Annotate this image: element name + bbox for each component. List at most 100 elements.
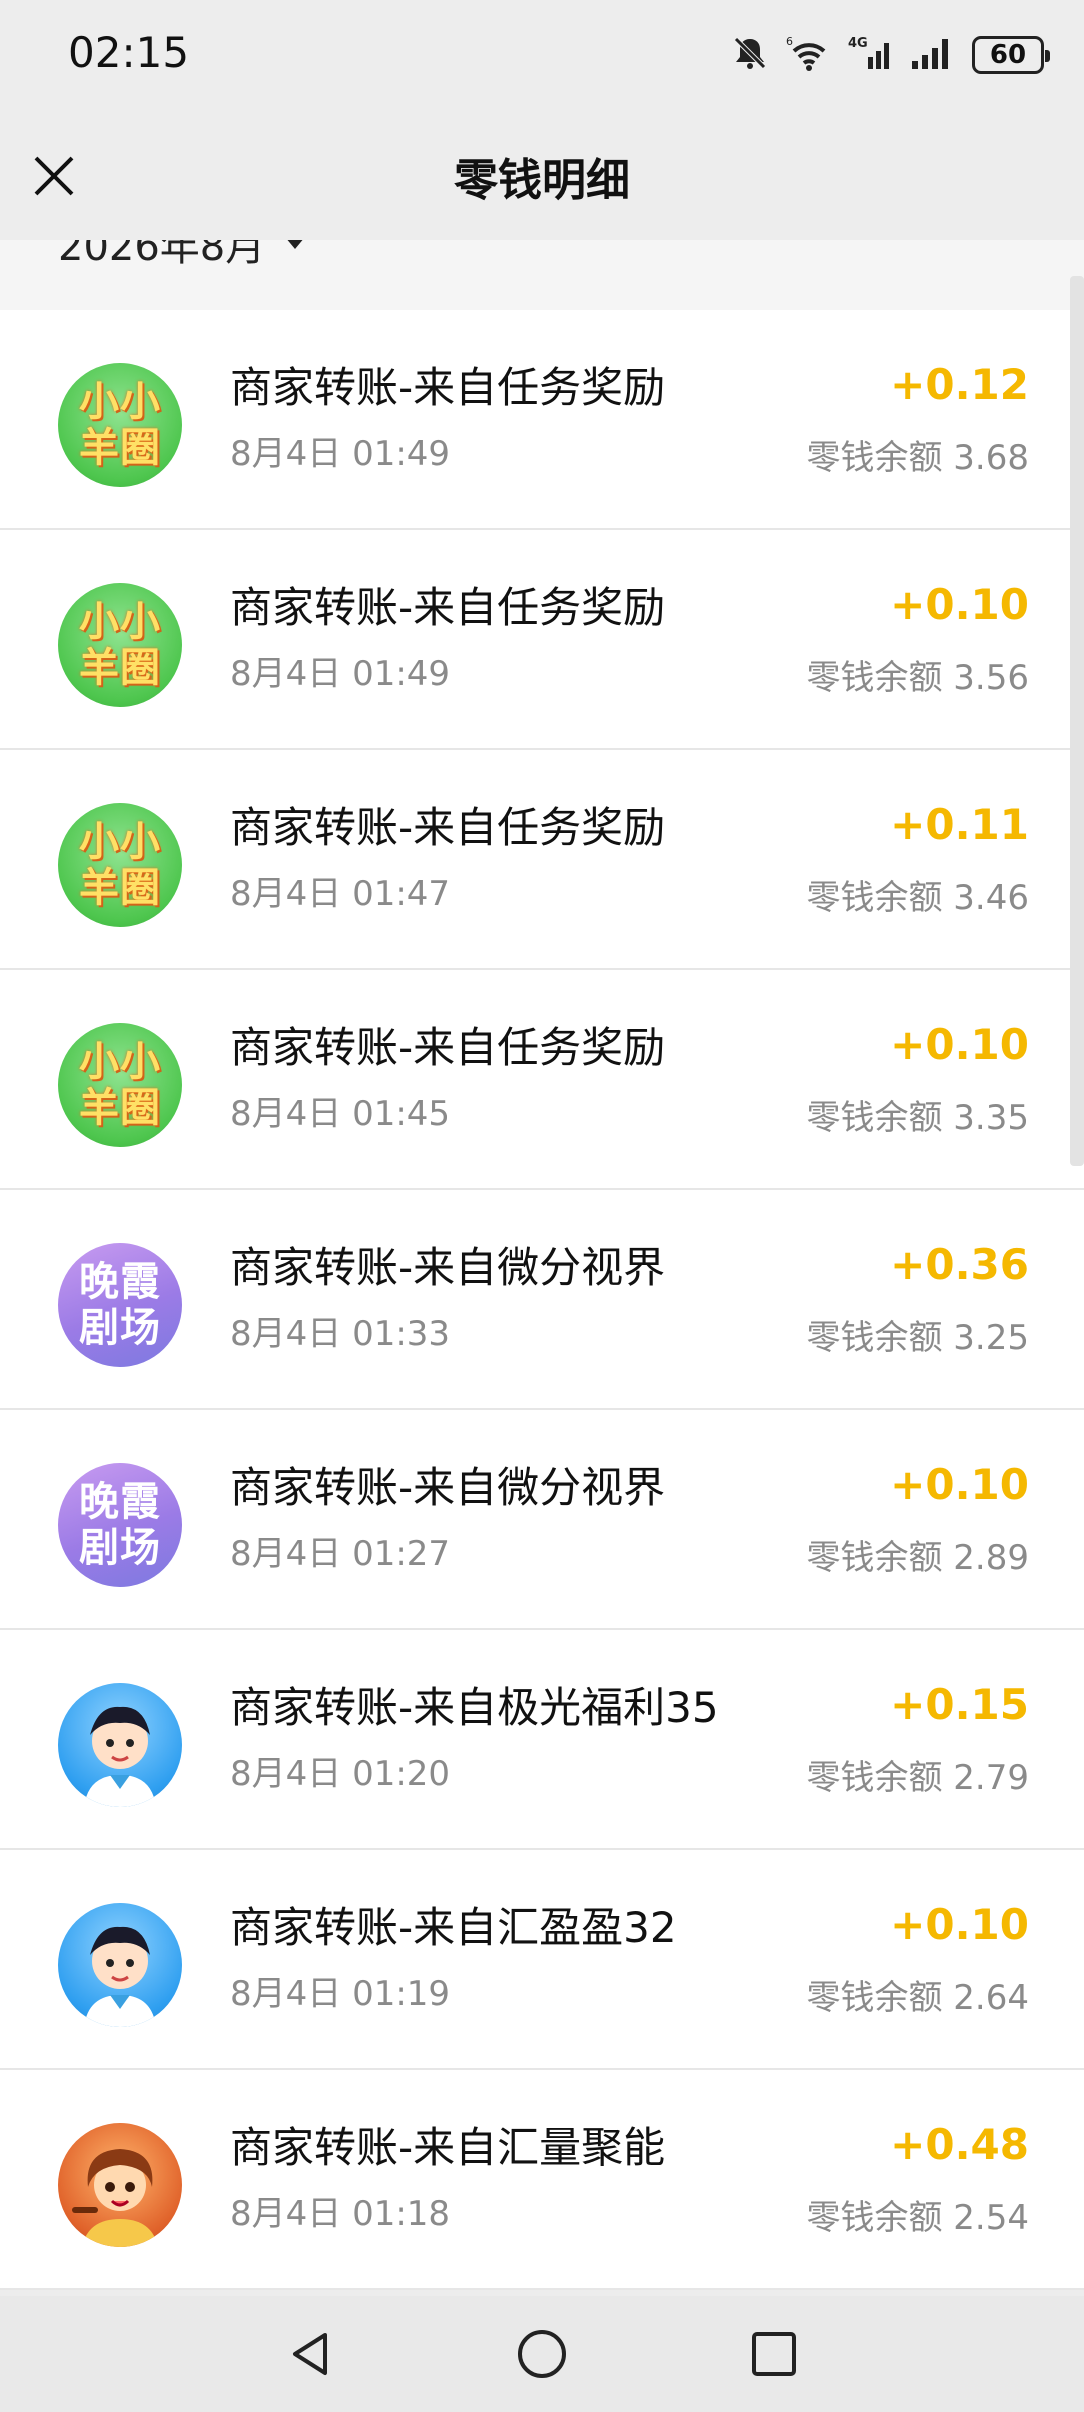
balance-after: 零钱余额 2.89 — [806, 1538, 1029, 1578]
transaction-row[interactable]: 晚霞 剧场 商家转账-来自微分视界 8月4日 01:33 +0.36 零钱余额 3.25 — [0, 1190, 1084, 1410]
avatar-logo-text: 小小 羊圈 — [79, 599, 161, 691]
transaction-amount: +0.11 — [890, 800, 1029, 849]
avatar-logo-line: 羊圈 — [79, 645, 161, 691]
merchant-avatar: 小小 羊圈 — [58, 1023, 182, 1147]
transaction-amount: +0.12 — [890, 360, 1029, 409]
balance-after: 零钱余额 2.54 — [806, 2198, 1029, 2238]
balance-after: 零钱余额 2.64 — [806, 1978, 1029, 2018]
status-icons: 6 4G 60 — [730, 30, 1050, 80]
transaction-row[interactable]: 商家转账-来自极光福利35 8月4日 01:20 +0.15 零钱余额 2.79 — [0, 1630, 1084, 1850]
transaction-title: 商家转账-来自微分视界 — [230, 1243, 666, 1292]
avatar-logo-text: 小小 羊圈 — [79, 819, 161, 911]
avatar-logo-line: 小小 — [79, 599, 161, 645]
top-nav-bar: 零钱明细 — [0, 120, 1084, 240]
transaction-amount: +0.10 — [890, 1460, 1029, 1509]
avatar-logo-line: 小小 — [79, 379, 161, 425]
avatar-logo-line: 晚霞 — [79, 1259, 161, 1305]
merchant-avatar: 晚霞 剧场 — [58, 1463, 182, 1587]
merchant-avatar — [58, 2123, 182, 2247]
merchant-avatar — [58, 1683, 182, 1807]
transaction-amount: +0.36 — [890, 1240, 1029, 1289]
system-nav-bar — [0, 2296, 1084, 2412]
merchant-avatar: 小小 羊圈 — [58, 363, 182, 487]
transaction-date: 8月4日 01:49 — [230, 654, 451, 694]
transaction-date: 8月4日 01:45 — [230, 1094, 451, 1134]
scrollbar[interactable] — [1070, 276, 1084, 1166]
month-selector[interactable]: 2026年8月 — [58, 240, 307, 272]
svg-text:4G: 4G — [848, 36, 868, 51]
caret-down-icon — [287, 240, 303, 249]
merchant-avatar: 晚霞 剧场 — [58, 1243, 182, 1367]
avatar-logo-text: 晚霞 剧场 — [79, 1259, 161, 1351]
balance-after: 零钱余额 3.46 — [806, 878, 1029, 918]
transaction-row[interactable]: 小小 羊圈 商家转账-来自任务奖励 8月4日 01:49 +0.10 零钱余额 3.56 — [0, 530, 1084, 750]
month-label: 2026年8月 — [58, 240, 266, 270]
signal-icon — [910, 33, 956, 77]
transaction-row[interactable]: 商家转账-来自汇盈盈32 8月4日 01:19 +0.10 零钱余额 2.64 — [0, 1850, 1084, 2070]
recents-square-icon — [752, 2332, 796, 2376]
avatar-logo-line: 剧场 — [79, 1305, 161, 1351]
status-time: 02:15 — [68, 28, 190, 77]
avatar-logo-line: 小小 — [79, 819, 161, 865]
avatar-logo-line: 小小 — [79, 1039, 161, 1085]
avatar-logo-text: 小小 羊圈 — [79, 379, 161, 471]
transaction-row[interactable]: 小小 羊圈 商家转账-来自任务奖励 8月4日 01:45 +0.10 零钱余额 3.35 — [0, 970, 1084, 1190]
balance-after: 零钱余额 3.25 — [806, 1318, 1029, 1358]
transaction-amount: +0.10 — [890, 1900, 1029, 1949]
character-illustration — [84, 1926, 156, 2027]
transaction-title: 商家转账-来自汇盈盈32 — [230, 1903, 677, 1952]
transaction-date: 8月4日 01:47 — [230, 874, 451, 914]
character-illustration — [84, 1706, 156, 1807]
transaction-amount: +0.10 — [890, 1020, 1029, 1069]
back-triangle-icon — [293, 2333, 327, 2375]
avatar-logo-line: 晚霞 — [79, 1479, 161, 1525]
avatar-logo-text: 晚霞 剧场 — [79, 1479, 161, 1571]
character-illustration — [72, 2149, 158, 2247]
home-button[interactable] — [512, 2324, 572, 2384]
battery-icon: 60 — [972, 36, 1050, 74]
wifi-icon: 6 — [786, 33, 832, 77]
month-filter-bar: 2026年8月 — [0, 240, 1084, 310]
transaction-date: 8月4日 01:19 — [230, 1974, 451, 2014]
transaction-date: 8月4日 01:27 — [230, 1534, 451, 1574]
page-title: 零钱明细 — [454, 155, 630, 206]
merchant-avatar: 小小 羊圈 — [58, 803, 182, 927]
transaction-title: 商家转账-来自任务奖励 — [230, 363, 666, 412]
mute-bell-icon — [730, 33, 770, 77]
transaction-row[interactable]: 小小 羊圈 商家转账-来自任务奖励 8月4日 01:47 +0.11 零钱余额 3.46 — [0, 750, 1084, 970]
transaction-title: 商家转账-来自极光福利35 — [230, 1683, 719, 1732]
avatar-logo-line: 羊圈 — [79, 1085, 161, 1131]
transaction-amount: +0.48 — [890, 2120, 1029, 2169]
recents-button[interactable] — [744, 2324, 804, 2384]
merchant-avatar — [58, 1903, 182, 2027]
transaction-title: 商家转账-来自任务奖励 — [230, 1023, 666, 1072]
balance-after: 零钱余额 3.35 — [806, 1098, 1029, 1138]
transaction-list: 小小 羊圈 商家转账-来自任务奖励 8月4日 01:49 +0.12 零钱余额 3.68 小… — [0, 310, 1084, 2290]
balance-after: 零钱余额 3.56 — [806, 658, 1029, 698]
back-button[interactable] — [280, 2324, 340, 2384]
merchant-avatar: 小小 羊圈 — [58, 583, 182, 707]
avatar-logo-line: 羊圈 — [79, 865, 161, 911]
avatar-logo-line: 剧场 — [79, 1525, 161, 1571]
transaction-title: 商家转账-来自任务奖励 — [230, 803, 666, 852]
transaction-date: 8月4日 01:33 — [230, 1314, 451, 1354]
transaction-row[interactable]: 小小 羊圈 商家转账-来自任务奖励 8月4日 01:49 +0.12 零钱余额 3.68 — [0, 310, 1084, 530]
transaction-date: 8月4日 01:49 — [230, 434, 451, 474]
avatar-logo-line: 羊圈 — [79, 425, 161, 471]
transaction-title: 商家转账-来自任务奖励 — [230, 583, 666, 632]
svg-text:6: 6 — [786, 35, 793, 48]
transaction-row[interactable]: 商家转账-来自汇量聚能 8月4日 01:18 +0.48 零钱余额 2.54 — [0, 2070, 1084, 2290]
transaction-date: 8月4日 01:20 — [230, 1754, 451, 1794]
balance-after: 零钱余额 2.79 — [806, 1758, 1029, 1798]
home-circle-icon — [518, 2330, 566, 2378]
avatar-logo-text: 小小 羊圈 — [79, 1039, 161, 1131]
4g-signal-icon: 4G — [848, 33, 894, 77]
transaction-title: 商家转账-来自汇量聚能 — [230, 2123, 666, 2172]
transaction-amount: +0.10 — [890, 580, 1029, 629]
transaction-row[interactable]: 晚霞 剧场 商家转账-来自微分视界 8月4日 01:27 +0.10 零钱余额 2.89 — [0, 1410, 1084, 1630]
transaction-amount: +0.15 — [890, 1680, 1029, 1729]
transaction-title: 商家转账-来自微分视界 — [230, 1463, 666, 1512]
transaction-date: 8月4日 01:18 — [230, 2194, 451, 2234]
status-bar: 02:15 6 4G 60 — [0, 0, 1084, 120]
balance-after: 零钱余额 3.68 — [806, 438, 1029, 478]
